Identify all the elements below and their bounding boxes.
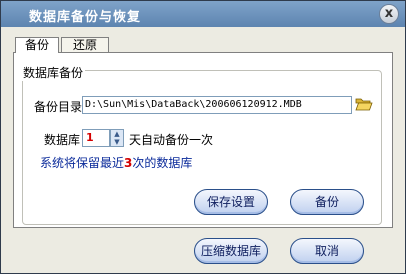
retention-note: 系统将保留最近3次的数据库 [40, 154, 192, 171]
save-settings-button[interactable]: 保存设置 [194, 189, 268, 215]
compress-database-button[interactable]: 压缩数据库 [194, 238, 268, 264]
days-spinner[interactable]: ▲ ▼ [110, 129, 124, 147]
spin-down-arrow-icon[interactable]: ▼ [111, 138, 123, 146]
spin-up-arrow-icon[interactable]: ▲ [111, 130, 123, 138]
backup-path-input[interactable]: D:\Sun\Mis\DataBack\200606120912.MDB [82, 96, 352, 114]
backup-restore-dialog: 数据库备份与恢复 x 备份 还原 数据库备份 备份目录 D:\Sun\Mis\D… [0, 0, 406, 274]
backup-button[interactable]: 备份 [290, 189, 364, 215]
retention-suffix: 次的数据库 [132, 156, 193, 170]
cancel-button[interactable]: 取消 [290, 238, 364, 264]
folder-open-icon[interactable] [355, 96, 373, 112]
close-icon[interactable]: x [379, 4, 399, 24]
backup-dir-label: 备份目录 [34, 100, 83, 114]
groupbox-title: 数据库备份 [21, 64, 86, 81]
window-title: 数据库备份与恢复 [29, 10, 142, 25]
title-bar[interactable]: 数据库备份与恢复 x [1, 1, 405, 27]
tab-backup[interactable]: 备份 [15, 37, 59, 53]
retention-prefix: 系统将保留最近 [40, 156, 125, 170]
tab-restore[interactable]: 还原 [61, 37, 109, 53]
days-input[interactable]: 1 [82, 129, 110, 147]
schedule-suffix-label: 天自动备份一次 [129, 133, 214, 147]
schedule-prefix-label: 数据库 [44, 133, 81, 147]
